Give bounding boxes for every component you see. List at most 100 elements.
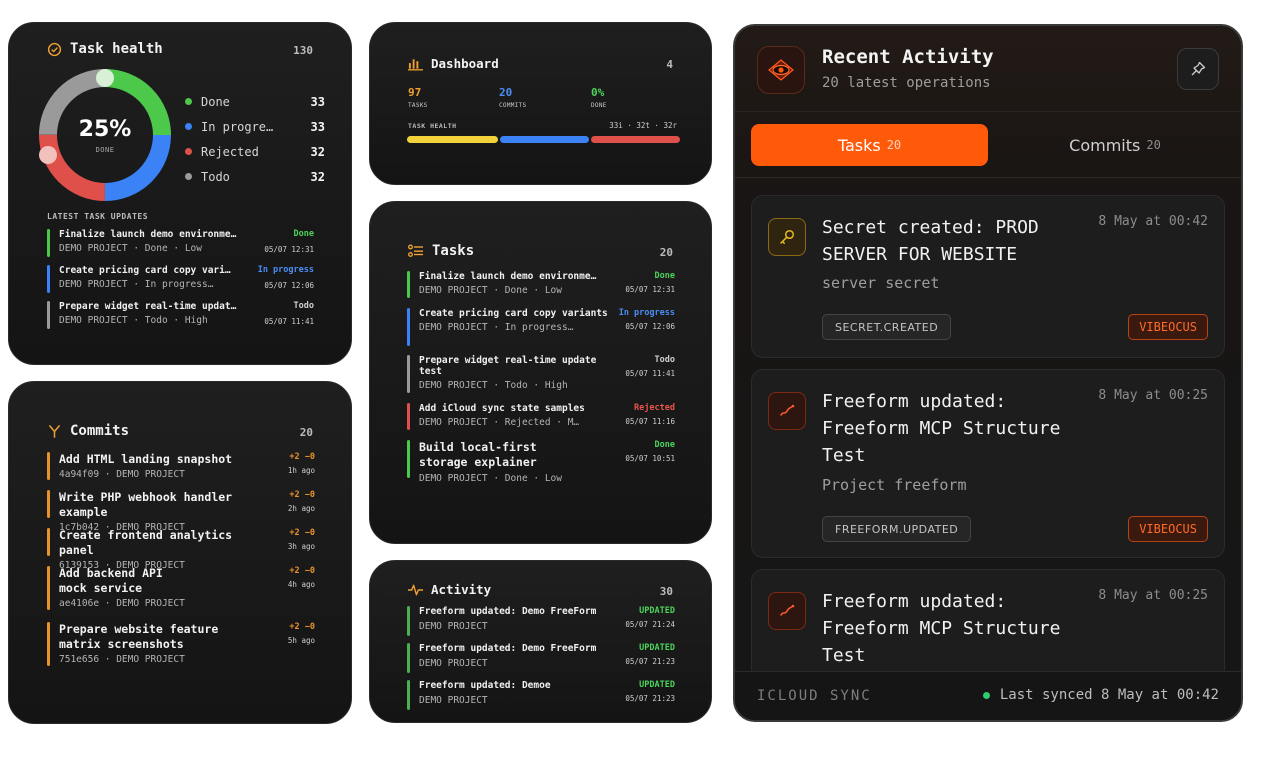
activity-widget[interactable]: Activity 30 Freeform updated: Demo FreeF… xyxy=(369,560,712,723)
task-update-row[interactable]: Finalize launch demo environme… DEMO PROJ… xyxy=(47,229,314,257)
task-health-widget[interactable]: Task health 130 25% DONE Done 33 In progre… xyxy=(8,22,352,365)
pin-button[interactable] xyxy=(1177,48,1219,90)
recent-activity-tabs: Tasks 20 Commits 20 xyxy=(735,112,1241,178)
task-status: Rejected xyxy=(634,403,675,413)
card-badge[interactable]: VIBEOCUS xyxy=(1128,516,1208,542)
activity-count: 30 xyxy=(659,585,673,598)
commit-ago: 2h ago xyxy=(287,504,315,513)
commits-widget[interactable]: Commits 20 Add HTML landing snapshot 4a94… xyxy=(8,381,352,724)
legend-item: Done 33 xyxy=(185,89,325,114)
stat-tasks-value: 97 xyxy=(408,86,422,99)
tasks-count: 20 xyxy=(659,246,673,259)
task-row[interactable]: Create pricing card copy variants DEMO PR… xyxy=(407,308,675,346)
task-time: 05/07 12:06 xyxy=(625,322,675,331)
activity-card-list[interactable]: Secret created: PROD SERVER FOR WEBSITE … xyxy=(735,179,1241,671)
card-badge[interactable]: VIBEOCUS xyxy=(1128,314,1208,340)
activity-title: Freeform updated: Demoe xyxy=(419,680,551,691)
activity-time: 05/07 21:24 xyxy=(625,620,675,629)
task-time: 05/07 11:41 xyxy=(625,369,675,378)
legend-value: 32 xyxy=(310,169,325,184)
activity-row[interactable]: Freeform updated: Demo FreeForm DEMO PROJ… xyxy=(407,606,675,636)
health-bar-segment-3 xyxy=(591,136,680,143)
tasks-widget[interactable]: Tasks 20 Finalize launch demo environme…… xyxy=(369,201,712,544)
done-percent: 25% xyxy=(78,116,132,142)
dashboard-health-label: TASK HEALTH xyxy=(408,122,457,130)
activity-row[interactable]: Freeform updated: Demo FreeForm DEMO PROJ… xyxy=(407,643,675,673)
legend-item: In progre… 33 xyxy=(185,114,325,139)
commit-ago: 1h ago xyxy=(287,466,315,475)
tab-tasks[interactable]: Tasks 20 xyxy=(751,124,988,166)
commit-delta: +2 −0 xyxy=(289,566,315,576)
activity-row[interactable]: Freeform updated: Demoe DEMO PROJECT UPDAT… xyxy=(407,680,675,710)
task-title: Create pricing card copy variants xyxy=(419,308,608,319)
commit-row[interactable]: Add HTML landing snapshot 4a94f09 · DEMO … xyxy=(47,452,315,480)
freeform-icon xyxy=(780,404,795,416)
activity-card[interactable]: Freeform updated: Freeform MCP Structure… xyxy=(751,369,1225,558)
card-subtitle: server secret xyxy=(822,274,940,292)
task-row[interactable]: Add iCloud sync state samples DEMO PROJEC… xyxy=(407,403,675,430)
card-tag: SECRET.CREATED xyxy=(822,314,952,340)
task-meta: DEMO PROJECT · Done · Low xyxy=(419,473,562,484)
stat-done-label: DONE xyxy=(591,102,607,109)
task-update-row[interactable]: Create pricing card copy vari… DEMO PROJE… xyxy=(47,265,314,293)
status-bar xyxy=(407,606,410,636)
pin-icon xyxy=(1191,61,1206,76)
recent-activity-subtitle: 20 latest operations xyxy=(822,75,991,91)
task-health-title: Task health xyxy=(70,41,163,57)
card-time: 8 May at 00:25 xyxy=(1098,388,1208,403)
status-bar xyxy=(407,403,410,430)
commit-bar xyxy=(47,622,50,666)
commit-bar xyxy=(47,566,50,610)
git-branch-icon xyxy=(49,424,60,438)
commit-title: Write PHP webhook handler example xyxy=(59,490,233,519)
task-update-status: In progress xyxy=(257,265,314,275)
commit-meta: 751e656 · DEMO PROJECT xyxy=(59,654,185,665)
task-row[interactable]: Build local-first storage explainer DEMO … xyxy=(407,440,675,484)
task-status: Done xyxy=(654,271,675,281)
commit-row[interactable]: Add backend API mock service ae4106e · DE… xyxy=(47,566,315,610)
task-status: Todo xyxy=(654,355,675,365)
task-update-title: Prepare widget real-time updat… xyxy=(59,301,237,312)
key-icon xyxy=(780,229,795,244)
sync-status: Last synced 8 May at 00:42 xyxy=(982,687,1219,703)
task-row[interactable]: Finalize launch demo environme… DEMO PROJ… xyxy=(407,271,675,298)
task-row[interactable]: Prepare widget real-time update test DEMO… xyxy=(407,355,675,393)
commit-row[interactable]: Create frontend analytics panel 6139153 ·… xyxy=(47,528,315,571)
tab-tasks-label: Tasks xyxy=(837,135,881,155)
commits-header: Commits xyxy=(47,423,129,439)
stat-done: 0% DONE xyxy=(591,86,607,109)
stat-commits: 20 COMMITS xyxy=(499,86,526,109)
commit-row[interactable]: Write PHP webhook handler example 1c7b042… xyxy=(47,490,315,533)
task-update-title: Finalize launch demo environme… xyxy=(59,229,237,240)
commit-title: Prepare website feature matrix screensho… xyxy=(59,622,219,651)
legend-value: 33 xyxy=(310,119,325,134)
tab-commits-count: 20 xyxy=(1146,138,1161,152)
commit-row[interactable]: Prepare website feature matrix screensho… xyxy=(47,622,315,666)
card-icon-wrap xyxy=(768,218,806,256)
activity-title: Freeform updated: Demo FreeForm xyxy=(419,606,597,617)
tab-commits[interactable]: Commits 20 xyxy=(1005,124,1225,166)
activity-card[interactable]: Secret created: PROD SERVER FOR WEBSITE … xyxy=(751,195,1225,358)
legend-dot xyxy=(185,98,192,105)
task-update-row[interactable]: Prepare widget real-time updat… DEMO PROJ… xyxy=(47,301,314,329)
task-health-header: Task health xyxy=(47,41,163,57)
activity-card[interactable]: Freeform updated: Freeform MCP Structure… xyxy=(751,569,1225,671)
pulse-icon xyxy=(408,584,423,595)
bar-chart-icon xyxy=(408,58,423,70)
card-time: 8 May at 00:25 xyxy=(1098,588,1208,603)
commit-bar xyxy=(47,528,50,556)
commit-title: Add HTML landing snapshot xyxy=(59,452,233,466)
donut-center: 25% DONE xyxy=(37,67,173,203)
tab-tasks-count: 20 xyxy=(886,138,902,152)
task-status: In progress xyxy=(618,308,675,318)
commit-bar xyxy=(47,452,50,480)
status-bar xyxy=(47,265,50,293)
task-time: 05/07 10:51 xyxy=(625,454,675,463)
task-update-time: 05/07 12:31 xyxy=(264,245,314,254)
freeform-icon xyxy=(780,604,795,616)
legend-dot xyxy=(185,148,192,155)
stat-tasks-label: TASKS xyxy=(408,102,428,109)
dashboard-widget[interactable]: Dashboard 4 97 TASKS 20 COMMITS 0% DONE … xyxy=(369,22,712,185)
card-title: Freeform updated: Freeform MCP Structure… xyxy=(822,391,1061,466)
card-title: Freeform updated: Freeform MCP Structure… xyxy=(822,591,1061,666)
